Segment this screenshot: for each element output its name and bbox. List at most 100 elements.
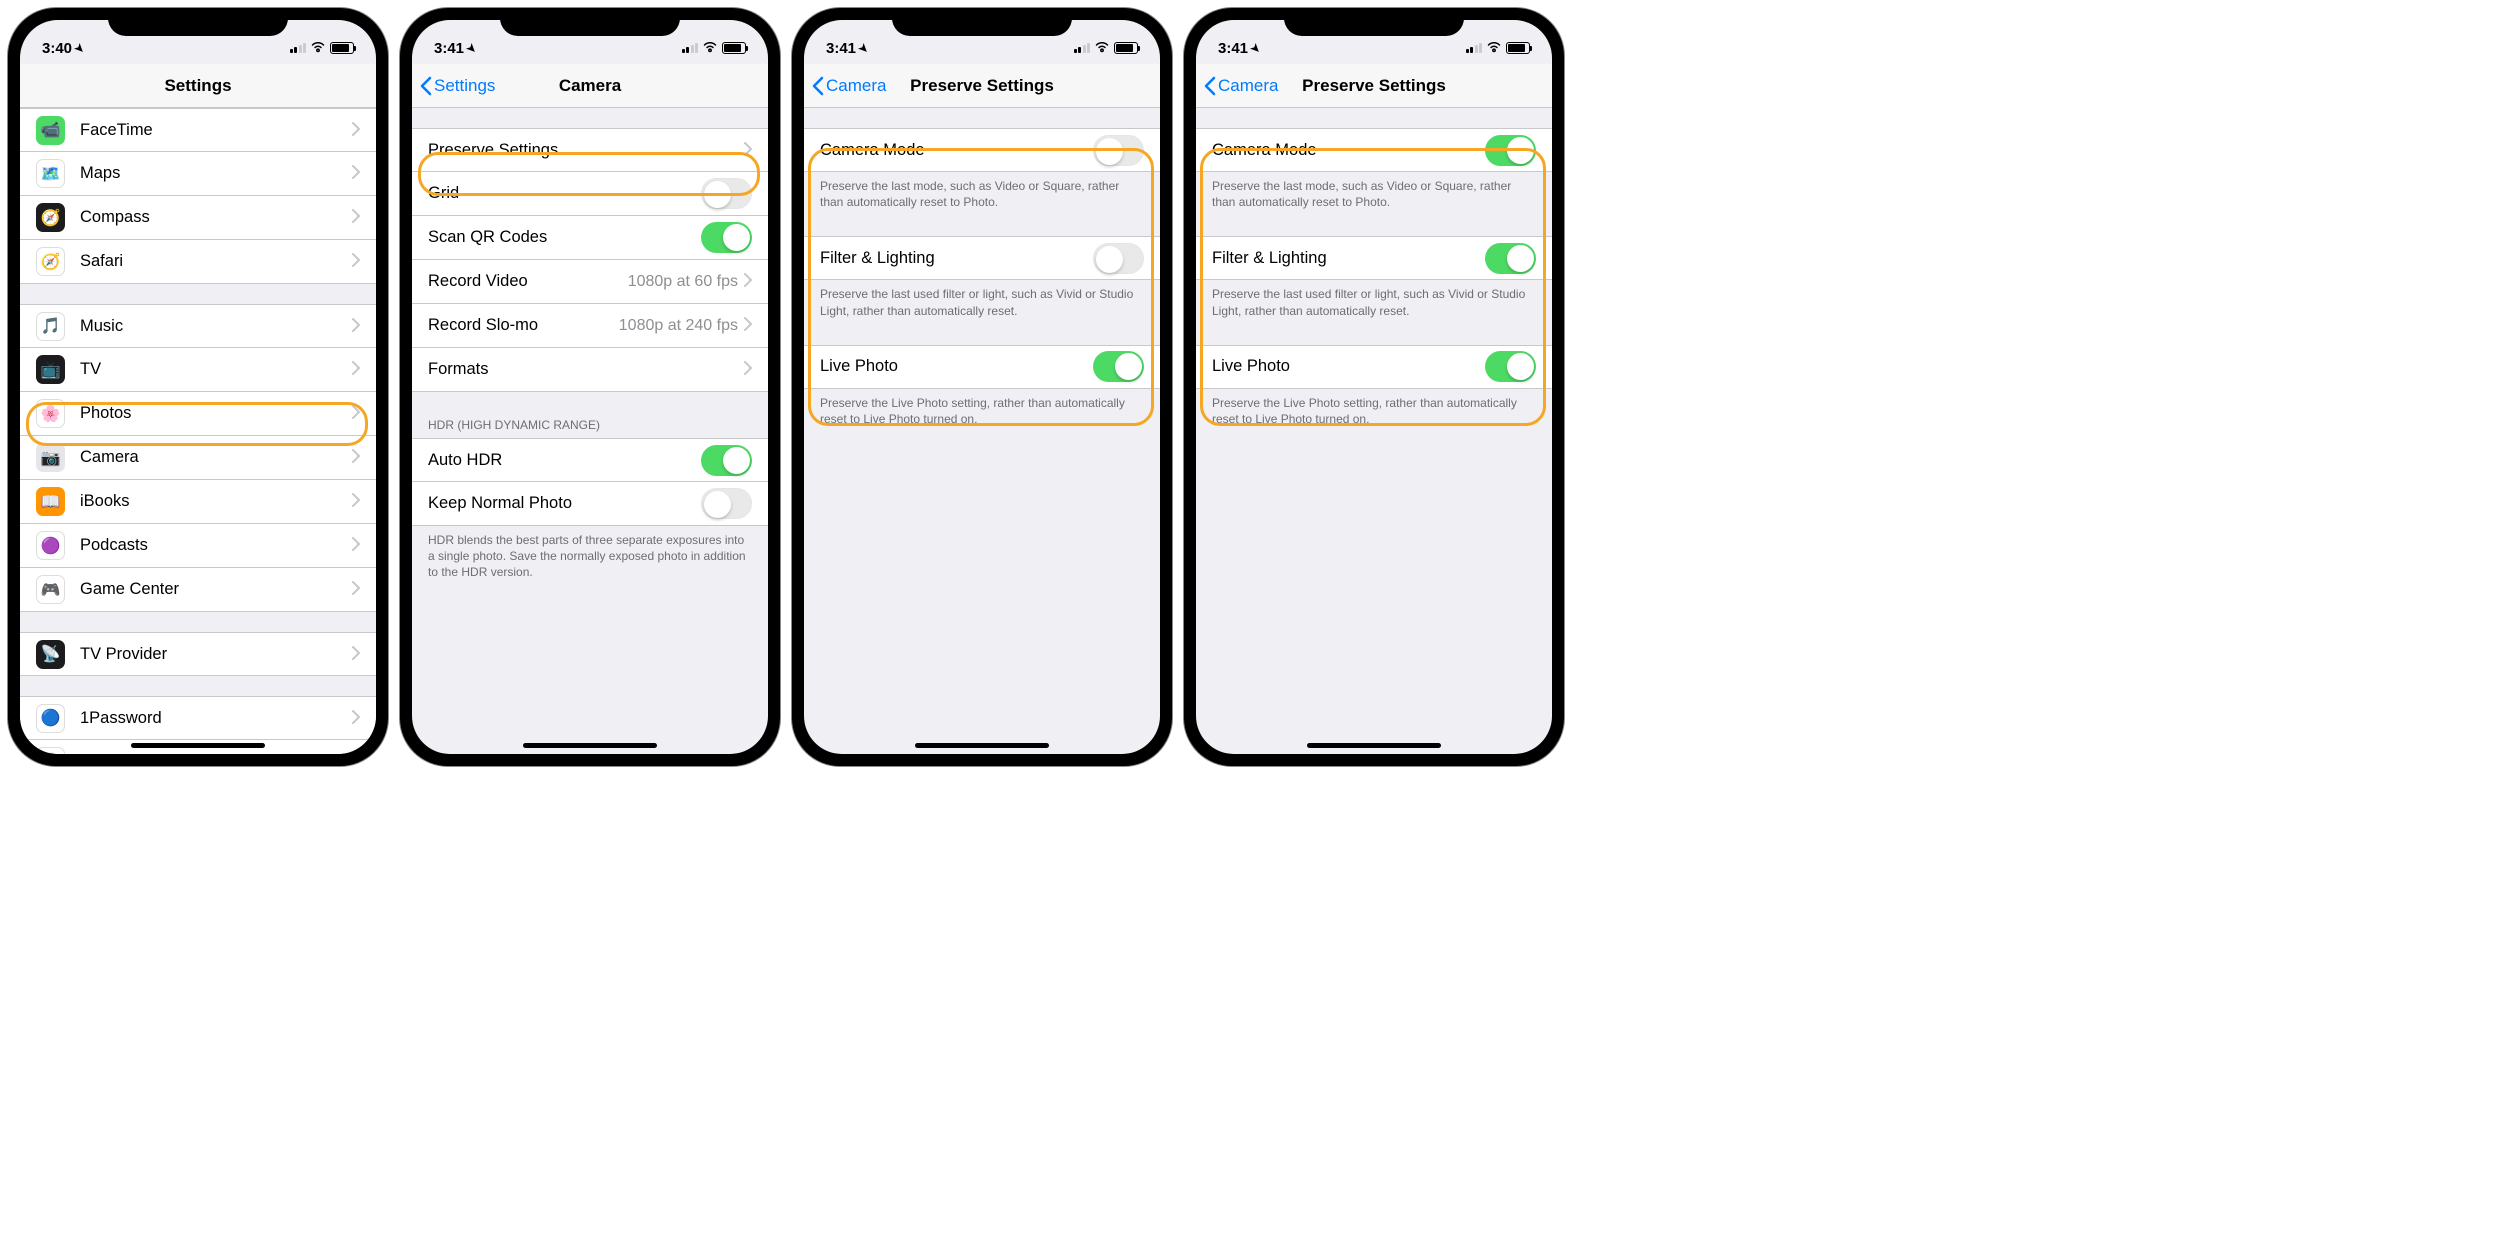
settings-row[interactable]: Filter & Lighting xyxy=(804,236,1160,280)
settings-row[interactable]: 📡TV Provider xyxy=(20,632,376,676)
battery-icon xyxy=(1506,42,1530,54)
row-label: iBooks xyxy=(80,492,352,511)
settings-row[interactable]: Camera Mode xyxy=(804,128,1160,172)
compass-icon: 🧭 xyxy=(36,203,65,232)
chevron-right-icon xyxy=(352,206,360,229)
toggle-switch[interactable] xyxy=(701,178,752,209)
chevron-right-icon xyxy=(352,119,360,142)
toggle-switch[interactable] xyxy=(1485,351,1536,382)
toggle-switch[interactable] xyxy=(1093,351,1144,382)
nav-back-button[interactable]: Camera xyxy=(812,76,886,96)
home-indicator[interactable] xyxy=(915,743,1049,748)
settings-group: Live PhotoPreserve the Live Photo settin… xyxy=(804,345,1160,433)
nav-bar: CameraPreserve Settings xyxy=(1196,64,1552,108)
content-scroll[interactable]: Preserve SettingsGridScan QR CodesRecord… xyxy=(412,108,768,754)
settings-row[interactable]: 🗺️ Maps xyxy=(20,152,376,196)
settings-row[interactable]: Record Slo-mo1080p at 240 fps xyxy=(412,304,768,348)
nav-back-label: Camera xyxy=(826,76,886,96)
settings-row[interactable]: Live Photo xyxy=(1196,345,1552,389)
toggle-switch[interactable] xyxy=(1485,243,1536,274)
gamecenter-icon: 🎮 xyxy=(36,575,65,604)
settings-row[interactable]: Grid xyxy=(412,172,768,216)
group-footer: HDR blends the best parts of three separ… xyxy=(412,526,768,587)
wifi-icon xyxy=(1486,40,1502,56)
location-icon: ➤ xyxy=(72,40,88,56)
music-icon: 🎵 xyxy=(36,312,65,341)
settings-row[interactable]: Record Video1080p at 60 fps xyxy=(412,260,768,304)
settings-row[interactable]: 📖 iBooks xyxy=(20,480,376,524)
toggle-switch[interactable] xyxy=(1485,135,1536,166)
settings-row[interactable]: 🔵1Password xyxy=(20,696,376,740)
settings-row[interactable]: Filter & Lighting xyxy=(1196,236,1552,280)
settings-row[interactable]: 🧭 Compass xyxy=(20,196,376,240)
nav-back-label: Camera xyxy=(1218,76,1278,96)
settings-row[interactable]: 📺TV xyxy=(20,348,376,392)
toggle-switch[interactable] xyxy=(701,222,752,253)
screen: 3:40➤Settings📹FaceTime🗺️Maps🧭Compass🧭Saf… xyxy=(20,20,376,754)
settings-row[interactable]: Scan QR Codes xyxy=(412,216,768,260)
row-label: Game Center xyxy=(80,580,352,599)
settings-row[interactable]: 🎮 Game Center xyxy=(20,568,376,612)
settings-row[interactable]: Camera Mode xyxy=(1196,128,1552,172)
chevron-right-icon xyxy=(744,358,752,381)
settings-row[interactable]: 📷Camera xyxy=(20,436,376,480)
row-label: FaceTime xyxy=(80,121,352,140)
status-time: 3:41 xyxy=(1218,40,1248,57)
notch xyxy=(108,8,288,36)
screen: 3:41➤CameraPreserve SettingsCamera ModeP… xyxy=(1196,20,1552,754)
row-label: Record Slo-mo xyxy=(428,316,619,335)
nav-back-label: Settings xyxy=(434,76,495,96)
home-indicator[interactable] xyxy=(523,743,657,748)
settings-row[interactable]: 🟣 Podcasts xyxy=(20,524,376,568)
content-scroll[interactable]: Camera ModePreserve the last mode, such … xyxy=(804,108,1160,754)
podcasts-icon: 🟣 xyxy=(36,531,65,560)
settings-group: Filter & LightingPreserve the last used … xyxy=(1196,236,1552,324)
row-label: Maps xyxy=(80,164,352,183)
chevron-right-icon xyxy=(352,250,360,273)
row-label: Podcasts xyxy=(80,536,352,555)
row-label: Music xyxy=(80,317,352,336)
group-footer: Preserve the Live Photo setting, rather … xyxy=(1196,389,1552,433)
toggle-switch[interactable] xyxy=(701,445,752,476)
maps-icon: 🗺️ xyxy=(36,159,65,188)
home-indicator[interactable] xyxy=(1307,743,1441,748)
nav-bar: CameraPreserve Settings xyxy=(804,64,1160,108)
content-scroll[interactable]: 📹FaceTime 🗺️ Maps 🧭 Compass 🧭Safari 🎵 Music 📺TV🌸… xyxy=(20,108,376,754)
content-scroll[interactable]: Camera ModePreserve the last mode, such … xyxy=(1196,108,1552,754)
row-label: 1Password xyxy=(80,709,352,728)
settings-row[interactable]: Formats xyxy=(412,348,768,392)
location-icon: ➤ xyxy=(1248,40,1264,56)
settings-row[interactable]: Live Photo xyxy=(804,345,1160,389)
group-footer: Preserve the last used filter or light, … xyxy=(804,280,1160,324)
chevron-right-icon xyxy=(744,270,752,293)
toggle-switch[interactable] xyxy=(1093,243,1144,274)
location-icon: ➤ xyxy=(856,40,872,56)
settings-row[interactable]: 🎵 Music xyxy=(20,304,376,348)
settings-row[interactable]: Auto HDR xyxy=(412,438,768,482)
nav-back-button[interactable]: Camera xyxy=(1204,76,1278,96)
row-label: Compass xyxy=(80,208,352,227)
row-label: Camera xyxy=(80,448,352,467)
chevron-right-icon xyxy=(744,139,752,162)
toggle-switch[interactable] xyxy=(1093,135,1144,166)
settings-row[interactable]: 🌸Photos xyxy=(20,392,376,436)
chevron-right-icon xyxy=(352,707,360,730)
nav-title: Camera xyxy=(559,76,621,96)
row-label: Live Photo xyxy=(820,357,1093,376)
settings-row[interactable]: Preserve Settings xyxy=(412,128,768,172)
settings-row[interactable]: Keep Normal Photo xyxy=(412,482,768,526)
settings-row[interactable]: 🧭Safari xyxy=(20,240,376,284)
screen: 3:41➤CameraPreserve SettingsCamera ModeP… xyxy=(804,20,1160,754)
toggle-switch[interactable] xyxy=(701,488,752,519)
phone-frame: 3:41➤SettingsCameraPreserve SettingsGrid… xyxy=(400,8,780,766)
home-indicator[interactable] xyxy=(131,743,265,748)
ibooks-icon: 📖 xyxy=(36,487,65,516)
settings-group: Preserve SettingsGridScan QR CodesRecord… xyxy=(412,128,768,392)
row-label: Grid xyxy=(428,184,701,203)
row-label: Formats xyxy=(428,360,744,379)
settings-row[interactable]: 📹FaceTime xyxy=(20,108,376,152)
row-detail: 1080p at 240 fps xyxy=(619,317,738,335)
tvprovider-icon: 📡 xyxy=(36,640,65,669)
wifi-icon xyxy=(1094,40,1110,56)
nav-back-button[interactable]: Settings xyxy=(420,76,495,96)
